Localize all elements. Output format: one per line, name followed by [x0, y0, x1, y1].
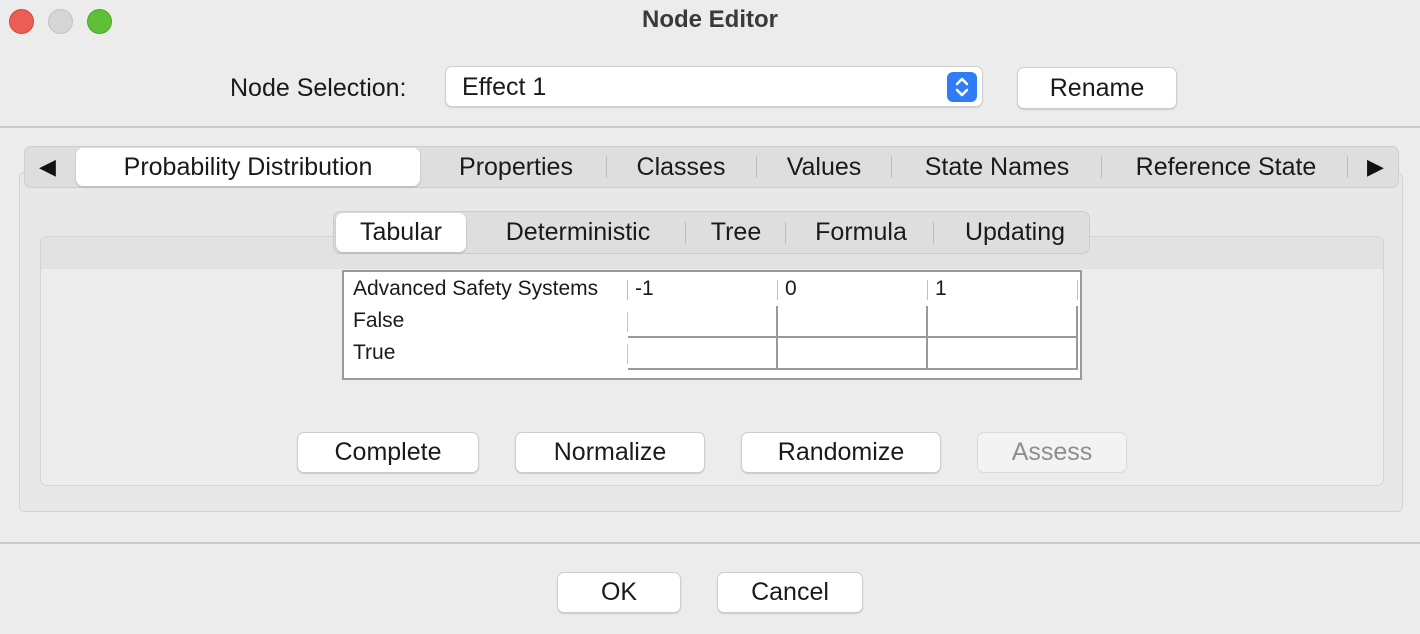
- tab-classes[interactable]: Classes: [610, 148, 752, 186]
- probability-cell[interactable]: [928, 338, 1078, 370]
- column-header: 0: [785, 277, 797, 300]
- node-selection-dropdown[interactable]: Effect 1: [445, 66, 983, 107]
- tab-divider: [1101, 156, 1102, 178]
- up-down-chevron-icon[interactable]: [947, 72, 977, 102]
- scroll-right-arrow-icon[interactable]: ▶: [1367, 154, 1384, 180]
- rename-button[interactable]: Rename: [1017, 67, 1177, 109]
- ok-button[interactable]: OK: [557, 572, 681, 613]
- tab-probability-distribution[interactable]: Probability Distribution: [76, 148, 420, 186]
- subtab-divider: [933, 222, 934, 244]
- row-label: True: [353, 341, 396, 364]
- normalize-button[interactable]: Normalize: [515, 432, 705, 473]
- tab-divider: [1347, 156, 1348, 178]
- window-title: Node Editor: [642, 6, 778, 33]
- tab-divider: [606, 156, 607, 178]
- assess-button: Assess: [977, 432, 1127, 473]
- subtab-formula[interactable]: Formula: [789, 213, 933, 252]
- complete-button[interactable]: Complete: [297, 432, 479, 473]
- subtab-updating[interactable]: Updating: [937, 213, 1093, 252]
- probability-cell[interactable]: [778, 338, 928, 370]
- subtab-divider: [785, 222, 786, 244]
- parent-node-label: Advanced Safety Systems: [353, 277, 599, 300]
- column-header: -1: [635, 277, 654, 300]
- tab-divider: [891, 156, 892, 178]
- title-bar: Node Editor: [0, 0, 1420, 44]
- subtab-divider: [685, 222, 686, 244]
- tab-divider: [756, 156, 757, 178]
- tab-values[interactable]: Values: [760, 148, 888, 186]
- tab-properties[interactable]: Properties: [430, 148, 602, 186]
- tab-state-names[interactable]: State Names: [895, 148, 1099, 186]
- probability-table: Advanced Safety Systems -1 0 1 False Tru…: [342, 270, 1082, 380]
- subtab-tabular[interactable]: Tabular: [336, 213, 466, 252]
- node-selection-value: Effect 1: [462, 73, 547, 101]
- bottom-separator: [0, 542, 1420, 544]
- cancel-button[interactable]: Cancel: [717, 572, 863, 613]
- subtab-tree[interactable]: Tree: [689, 213, 783, 252]
- tab-reference-state[interactable]: Reference State: [1105, 148, 1347, 186]
- randomize-button[interactable]: Randomize: [741, 432, 941, 473]
- row-label: False: [353, 309, 405, 332]
- node-selection-label: Node Selection:: [230, 74, 407, 102]
- scroll-left-arrow-icon[interactable]: ◀: [39, 154, 56, 180]
- probability-cell[interactable]: [928, 306, 1078, 338]
- probability-cell[interactable]: [628, 306, 778, 338]
- probability-cell[interactable]: [628, 338, 778, 370]
- subtab-deterministic[interactable]: Deterministic: [474, 213, 682, 252]
- column-header: 1: [935, 277, 947, 300]
- probability-cell[interactable]: [778, 306, 928, 338]
- top-separator: [0, 126, 1420, 128]
